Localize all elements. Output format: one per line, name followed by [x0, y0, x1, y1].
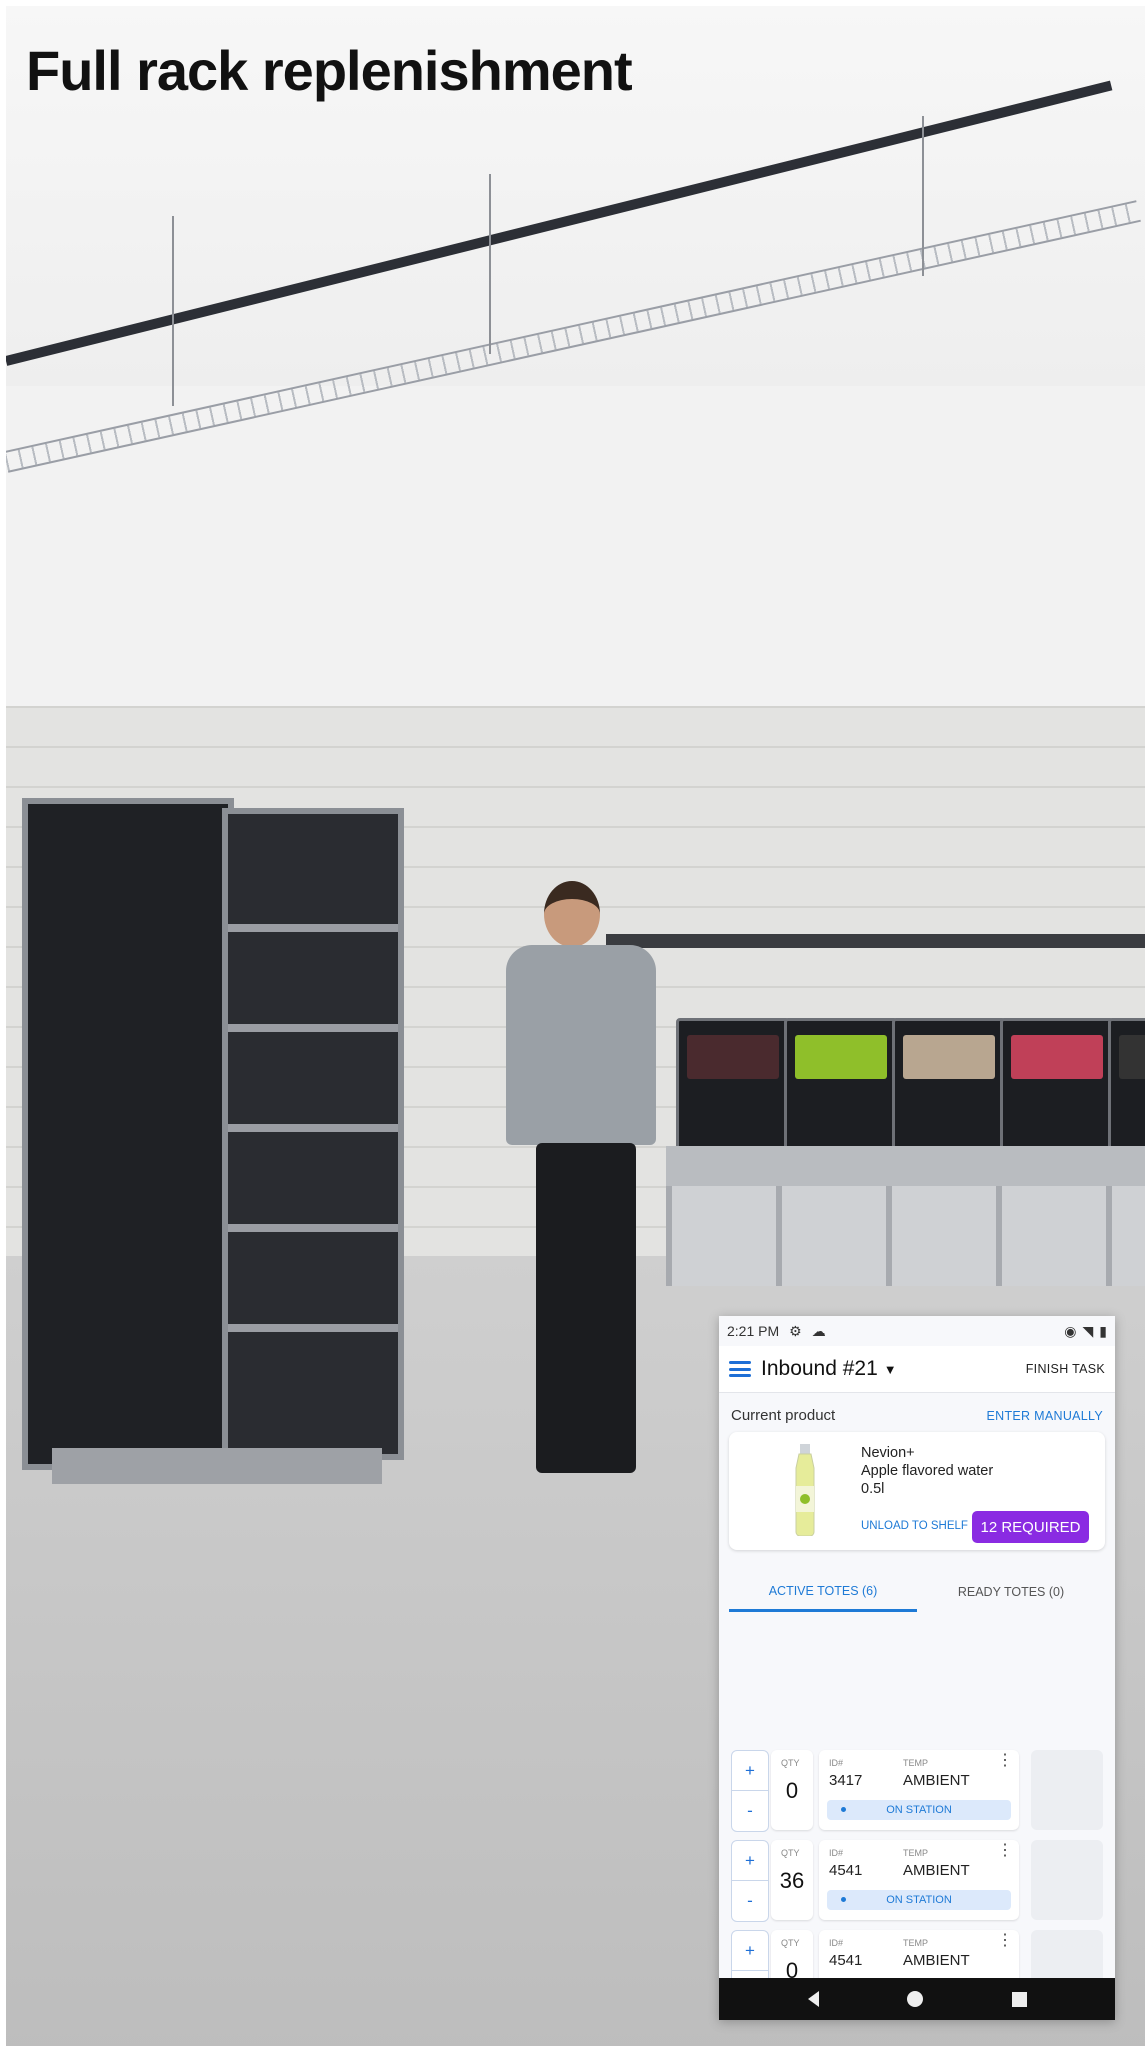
tote-row: + - QTY 36 ID# 4541 TEMP AMBIENT ⋮ ON ST…: [719, 1840, 1115, 1930]
task-title: Inbound #21: [761, 1357, 878, 1380]
temp-label: TEMP: [903, 1938, 929, 1948]
tote-id: 3417: [829, 1772, 863, 1789]
qty-label: QTY: [781, 1938, 800, 1948]
status-time: 2:21 PM: [727, 1323, 780, 1339]
tote-id: 4541: [829, 1952, 863, 1969]
qty-value: 0: [785, 1778, 799, 1803]
temp-label: TEMP: [903, 1758, 929, 1768]
tote-temp: AMBIENT: [903, 1772, 970, 1789]
tote-id: 4541: [829, 1862, 863, 1879]
workbench-base: [666, 1186, 1145, 1286]
worker: [496, 881, 686, 1491]
product-card: Nevion+ Apple flavored water 0.5l UNLOAD…: [729, 1432, 1105, 1550]
android-nav-bar: [719, 1978, 1115, 2020]
tote-temp: AMBIENT: [903, 1952, 970, 1969]
tote-placeholder: [1031, 1750, 1103, 1830]
menu-icon[interactable]: [729, 1361, 751, 1377]
tote-bin: [1000, 1018, 1114, 1164]
unload-to-shelf-button[interactable]: UNLOAD TO SHELF: [861, 1520, 968, 1532]
task-selector[interactable]: Inbound #21 ▼: [761, 1357, 897, 1381]
enter-manually-button[interactable]: ENTER MANUALLY: [987, 1409, 1104, 1423]
station-status-label: ON STATION: [886, 1894, 952, 1906]
wifi-icon: ◥: [1082, 1322, 1094, 1339]
tote-bin: [676, 1018, 790, 1164]
tote-bin: [784, 1018, 898, 1164]
decrement-button[interactable]: -: [732, 1881, 768, 1920]
id-label: ID#: [829, 1848, 844, 1858]
nav-home-icon[interactable]: [907, 1991, 923, 2007]
video-title: Full rack replenishment: [26, 39, 633, 102]
tote-temp: AMBIENT: [903, 1862, 970, 1879]
required-badge[interactable]: 12 REQUIRED: [972, 1511, 1089, 1543]
product-name: Apple flavored water: [861, 1463, 994, 1479]
nav-recents-icon[interactable]: [1011, 1991, 1027, 2007]
workbench: [666, 1146, 1145, 1186]
more-vert-icon[interactable]: ⋮: [997, 1753, 1013, 1769]
station-status-label: ON STATION: [886, 1804, 952, 1816]
cloud-icon: ☁: [811, 1322, 826, 1339]
tab-active-totes[interactable]: ACTIVE TOTES (6): [729, 1572, 917, 1612]
increment-button[interactable]: +: [732, 1931, 768, 1971]
eye-icon: ◉: [1064, 1322, 1077, 1339]
more-vert-icon[interactable]: ⋮: [997, 1933, 1013, 1949]
qty-label: QTY: [781, 1758, 800, 1768]
product-size: 0.5l: [861, 1481, 885, 1497]
settings-icon: ⚙: [789, 1322, 802, 1339]
wall-rail: [606, 934, 1145, 948]
qty-label: QTY: [781, 1848, 800, 1858]
ceiling-wire: [172, 216, 174, 406]
station-status: ON STATION: [827, 1890, 1011, 1910]
current-product-header: Current product ENTER MANUALLY: [719, 1393, 1115, 1432]
product-brand: Nevion+: [861, 1445, 915, 1461]
increment-button[interactable]: +: [732, 1841, 768, 1881]
quantity-stepper: + -: [731, 1750, 769, 1832]
more-vert-icon[interactable]: ⋮: [997, 1843, 1013, 1859]
storage-rack: [22, 798, 404, 1488]
tote-info-card[interactable]: ID# 3417 TEMP AMBIENT ⋮ ON STATION: [819, 1750, 1019, 1830]
handheld-app-screen: 2:21 PM ⚙ ☁ ◉ ◥ ▮ Inbound #21 ▼ FINISH T…: [719, 1316, 1115, 2020]
nav-back-icon[interactable]: [807, 1991, 819, 2007]
tote-tabs: ACTIVE TOTES (6) READY TOTES (0): [729, 1572, 1105, 1612]
chevron-down-icon: ▼: [883, 1361, 897, 1377]
tote-row: + - QTY 0 ID# 3417 TEMP AMBIENT ⋮ ON STA…: [719, 1750, 1115, 1840]
tab-ready-totes[interactable]: READY TOTES (0): [917, 1572, 1105, 1612]
ceiling-wire: [922, 116, 924, 276]
tote-bin: [892, 1018, 1006, 1164]
tote-info-card[interactable]: ID# 4541 TEMP AMBIENT ⋮ ON STATION: [819, 1840, 1019, 1920]
app-bar: Inbound #21 ▼ FINISH TASK: [719, 1346, 1115, 1393]
station-status: ON STATION: [827, 1800, 1011, 1820]
tote-placeholder: [1031, 1840, 1103, 1920]
increment-button[interactable]: +: [732, 1751, 768, 1791]
id-label: ID#: [829, 1758, 844, 1768]
quantity-box: QTY 36: [771, 1840, 813, 1920]
product-bottle-image: [795, 1444, 815, 1536]
status-bar: 2:21 PM ⚙ ☁ ◉ ◥ ▮: [719, 1316, 1115, 1346]
decrement-button[interactable]: -: [732, 1791, 768, 1830]
qty-value: 36: [779, 1868, 805, 1893]
tote-bin: [1108, 1018, 1145, 1164]
current-product-label: Current product: [731, 1407, 836, 1424]
battery-icon: ▮: [1099, 1322, 1107, 1339]
quantity-stepper: + -: [731, 1840, 769, 1922]
ceiling-wire: [489, 174, 491, 354]
product-details: Nevion+ Apple flavored water 0.5l: [861, 1444, 993, 1498]
quantity-box: QTY 0: [771, 1750, 813, 1830]
id-label: ID#: [829, 1938, 844, 1948]
finish-task-button[interactable]: FINISH TASK: [1026, 1362, 1105, 1376]
temp-label: TEMP: [903, 1848, 929, 1858]
